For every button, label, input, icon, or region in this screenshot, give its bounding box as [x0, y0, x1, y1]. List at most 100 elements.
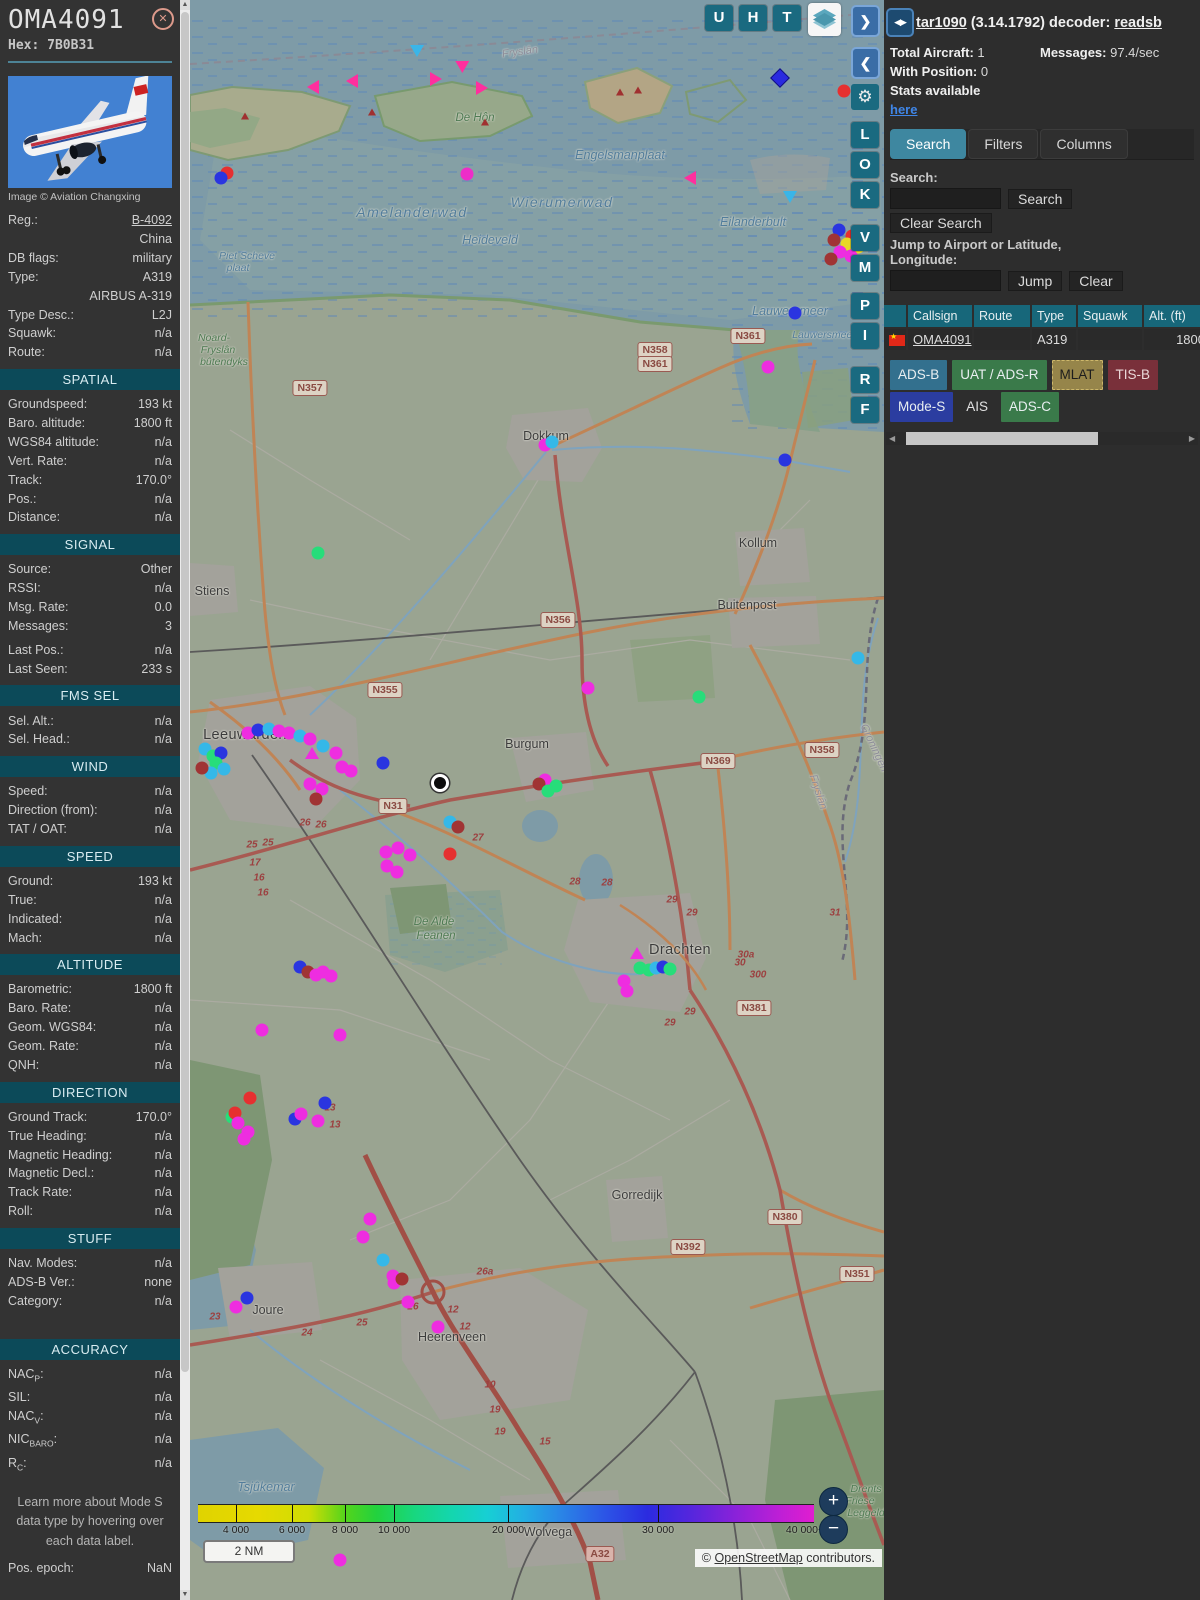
table-row[interactable]: ★OMA4091 A319 1800	[884, 329, 1200, 350]
aircraft-marker[interactable]	[460, 167, 474, 181]
aircraft-marker[interactable]	[311, 546, 325, 560]
tab-search[interactable]: Search	[890, 129, 967, 159]
map-button-k[interactable]: K	[851, 182, 879, 208]
panel-collapse-button[interactable]: ❮	[851, 47, 880, 79]
aircraft-marker[interactable]	[243, 1091, 257, 1105]
layers-button[interactable]	[808, 3, 841, 36]
legend-ais[interactable]: AIS	[958, 392, 996, 422]
aircraft-marker[interactable]	[376, 1253, 390, 1267]
aircraft-marker[interactable]	[305, 747, 319, 759]
aircraft-marker[interactable]	[430, 72, 442, 86]
aircraft-marker[interactable]	[307, 80, 319, 94]
map-button-r[interactable]: R	[851, 367, 879, 393]
aircraft-marker[interactable]	[431, 1320, 445, 1334]
column-header[interactable]: Alt. (ft)	[1144, 305, 1200, 327]
aircraft-marker[interactable]	[851, 651, 865, 665]
aircraft-marker[interactable]	[195, 761, 209, 775]
aircraft-marker[interactable]	[778, 453, 792, 467]
left-panel-scrollbar[interactable]: ▲ ▼	[180, 0, 190, 1600]
aircraft-marker[interactable]	[403, 848, 417, 862]
cell-callsign[interactable]: OMA4091	[908, 329, 972, 350]
selected-aircraft-marker[interactable]	[431, 774, 449, 792]
aircraft-marker[interactable]	[684, 171, 696, 185]
aircraft-marker[interactable]	[395, 1272, 409, 1286]
readsb-link[interactable]: readsb	[1114, 15, 1162, 31]
column-header[interactable]: Squawk	[1078, 305, 1142, 327]
aircraft-marker[interactable]	[390, 865, 404, 879]
map-button-m[interactable]: M	[851, 255, 879, 281]
map[interactable]: De Hôn Engelsmanplaat Wierumerwad Amelander…	[190, 0, 884, 1600]
legend-tisb[interactable]: TIS-B	[1107, 360, 1159, 390]
aircraft-marker[interactable]	[761, 360, 775, 374]
row-value[interactable]: B-4092	[132, 213, 172, 228]
aircraft-marker[interactable]	[391, 841, 405, 855]
aircraft-marker[interactable]	[663, 962, 677, 976]
tab-columns[interactable]: Columns	[1040, 129, 1128, 159]
hscroll-thumb[interactable]	[906, 432, 1098, 445]
jump-input[interactable]	[890, 270, 1001, 291]
aircraft-marker[interactable]	[451, 820, 465, 834]
aircraft-marker[interactable]	[237, 1132, 251, 1146]
scrollbar-thumb[interactable]	[181, 12, 189, 1372]
close-icon[interactable]: ✕	[152, 8, 174, 30]
tab-filters[interactable]: Filters	[968, 129, 1039, 159]
stats-here-link[interactable]: here	[890, 102, 917, 117]
scroll-up-icon[interactable]: ▲	[180, 0, 190, 10]
search-input[interactable]	[890, 188, 1001, 209]
aircraft-marker[interactable]	[476, 81, 488, 95]
panel-expand-button[interactable]: ❯	[851, 5, 880, 37]
openstreetmap-link[interactable]: OpenStreetMap	[714, 1551, 802, 1565]
aircraft-marker[interactable]	[545, 435, 559, 449]
column-header[interactable]	[884, 305, 906, 327]
map-button-p[interactable]: P	[851, 293, 879, 319]
aircraft-marker[interactable]	[217, 762, 231, 776]
aircraft-marker[interactable]	[356, 1230, 370, 1244]
map-button-u[interactable]: U	[705, 5, 733, 31]
column-header[interactable]: Type	[1032, 305, 1076, 327]
aircraft-marker[interactable]	[401, 1295, 415, 1309]
clear-search-button[interactable]: Clear Search	[890, 213, 992, 233]
legend-uatadsr[interactable]: UAT / ADS-R	[952, 360, 1047, 390]
aircraft-marker[interactable]	[443, 847, 457, 861]
aircraft-marker[interactable]	[255, 1023, 269, 1037]
map-button-h[interactable]: H	[739, 5, 767, 31]
aircraft-marker[interactable]	[294, 1107, 308, 1121]
aircraft-marker[interactable]	[541, 784, 555, 798]
column-header[interactable]: Callsign	[908, 305, 972, 327]
map-button-v[interactable]: V	[851, 225, 879, 251]
sidebar-toggle-icon[interactable]: ◀▶	[886, 8, 914, 37]
aircraft-marker[interactable]	[229, 1300, 243, 1314]
aircraft-marker[interactable]	[346, 74, 358, 88]
map-button-t[interactable]: T	[773, 5, 801, 31]
aircraft-marker[interactable]	[318, 1096, 332, 1110]
aircraft-marker[interactable]	[333, 1028, 347, 1042]
scroll-right-icon[interactable]: ▶	[1189, 434, 1195, 443]
aircraft-marker[interactable]	[783, 191, 797, 203]
map-button-f[interactable]: F	[851, 397, 879, 423]
legend-modes[interactable]: Mode-S	[890, 392, 954, 422]
zoom-in-button[interactable]: +	[819, 1487, 848, 1516]
aircraft-marker[interactable]	[788, 306, 802, 320]
aircraft-marker[interactable]	[333, 1553, 347, 1567]
column-header[interactable]: Route	[974, 305, 1030, 327]
aircraft-marker[interactable]	[309, 792, 323, 806]
tar1090-link[interactable]: tar1090	[916, 15, 967, 31]
aircraft-marker[interactable]	[410, 45, 424, 57]
jump-button[interactable]: Jump	[1008, 270, 1063, 291]
aircraft-marker[interactable]	[630, 947, 644, 959]
legend-adsb[interactable]: ADS-B	[890, 360, 948, 390]
aircraft-marker[interactable]	[837, 84, 851, 98]
map-button-o[interactable]: O	[851, 152, 879, 178]
legend-mlat[interactable]: MLAT	[1051, 360, 1103, 390]
aircraft-marker[interactable]	[311, 1114, 325, 1128]
aircraft-marker[interactable]	[692, 690, 706, 704]
zoom-out-button[interactable]: −	[819, 1515, 848, 1544]
settings-button[interactable]: ⚙	[851, 84, 879, 110]
map-button-l[interactable]: L	[851, 122, 879, 148]
aircraft-marker[interactable]	[620, 984, 634, 998]
table-horizontal-scrollbar[interactable]: ◀ ▶	[886, 432, 1198, 445]
aircraft-marker[interactable]	[376, 756, 390, 770]
aircraft-marker[interactable]	[214, 171, 228, 185]
scroll-left-icon[interactable]: ◀	[889, 434, 895, 443]
aircraft-marker[interactable]	[824, 252, 838, 266]
